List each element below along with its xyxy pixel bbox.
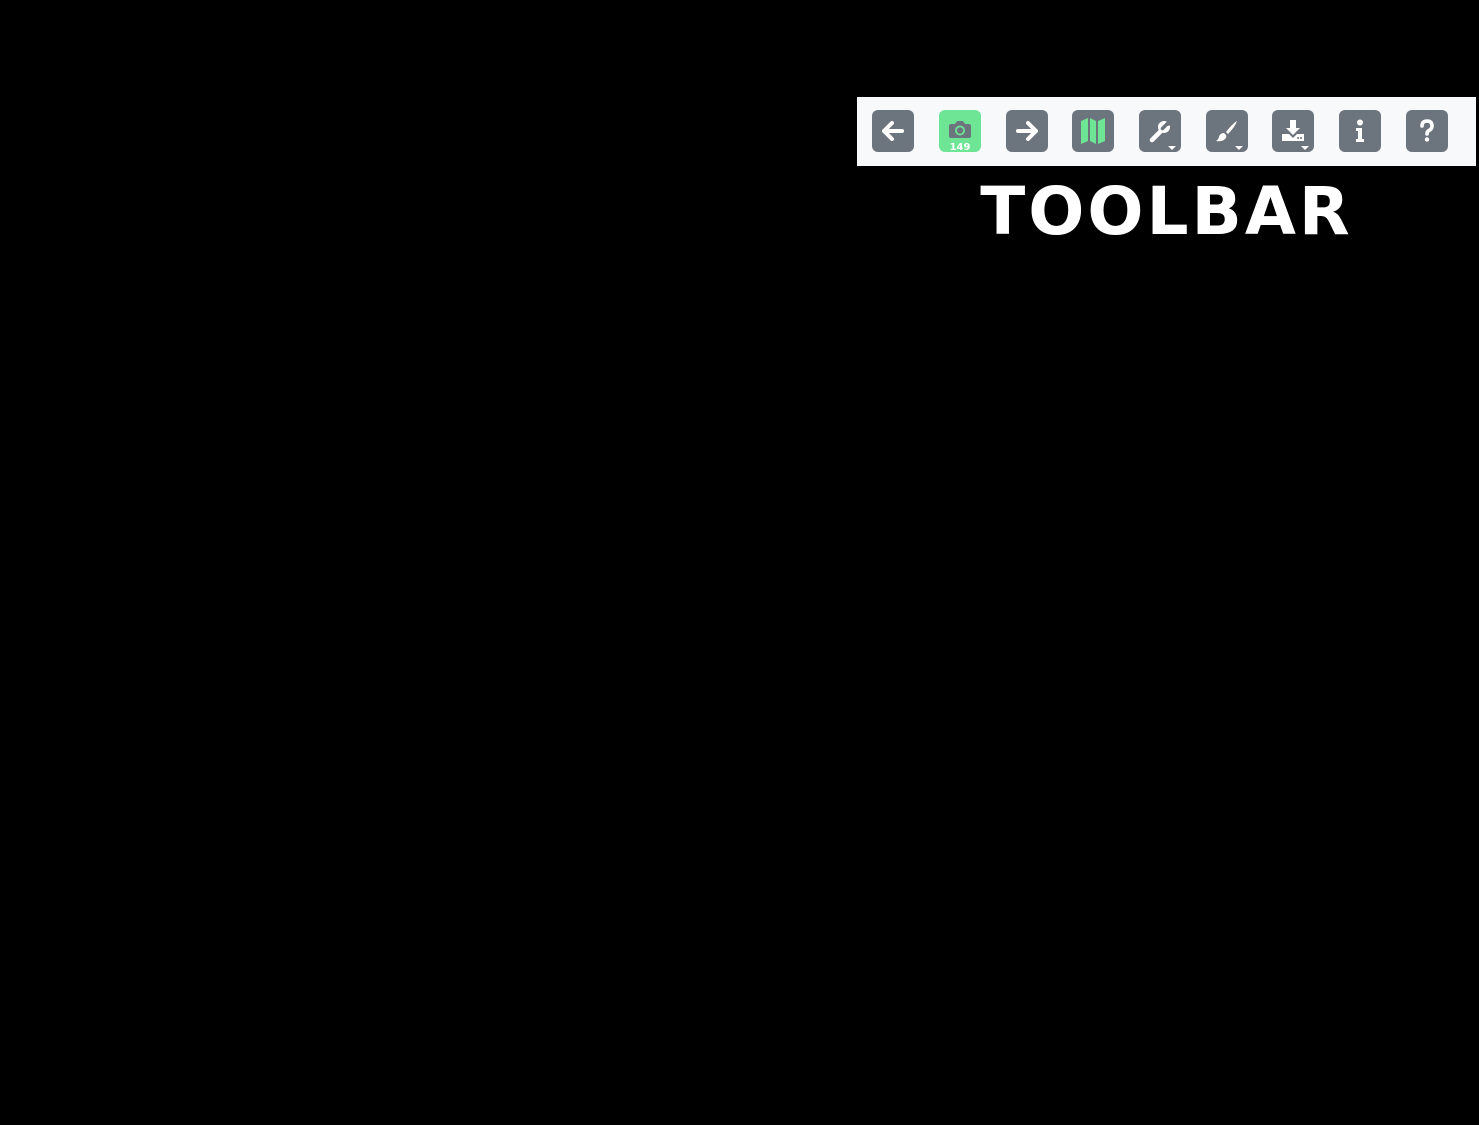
camera-icon	[949, 120, 971, 138]
download-button[interactable]	[1272, 110, 1314, 152]
back-button[interactable]	[872, 110, 914, 152]
chevron-down-icon	[1301, 146, 1309, 150]
paintbrush-icon	[1216, 121, 1237, 142]
chevron-down-icon	[1168, 146, 1176, 150]
info-icon	[1356, 119, 1364, 142]
photo-button[interactable]: 149	[939, 110, 981, 153]
screen: 149 TOOLBAR	[0, 0, 1479, 1125]
help-button[interactable]	[1406, 110, 1448, 152]
chevron-down-icon	[1235, 146, 1243, 150]
arrow-left-icon	[882, 121, 904, 141]
download-icon	[1282, 120, 1304, 141]
photo-count-badge: 149	[949, 142, 971, 153]
forward-button[interactable]	[1006, 110, 1048, 152]
toolbar: 149	[857, 97, 1476, 166]
wrench-icon	[1149, 120, 1171, 143]
paint-button[interactable]	[1206, 110, 1248, 152]
map-button[interactable]	[1072, 110, 1114, 152]
arrow-right-icon	[1016, 121, 1038, 141]
toolbar-caption: TOOLBAR	[980, 173, 1353, 250]
info-button[interactable]	[1339, 110, 1381, 152]
map-icon	[1081, 118, 1105, 144]
tools-button[interactable]	[1139, 110, 1181, 152]
question-icon	[1420, 119, 1434, 142]
